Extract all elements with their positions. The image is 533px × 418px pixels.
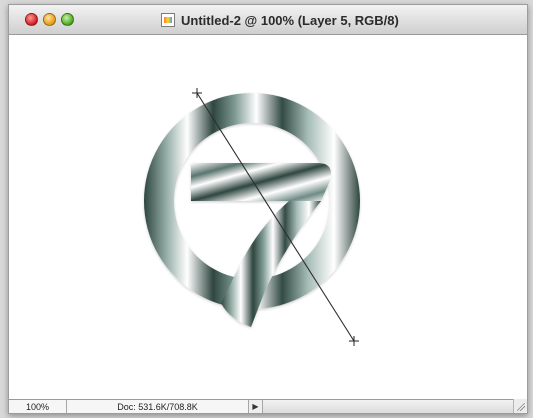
resize-handle[interactable]	[513, 399, 527, 413]
window-titlebar[interactable]: Untitled-2 @ 100% (Layer 5, RGB/8)	[9, 5, 527, 35]
status-menu-arrow-icon[interactable]: ▶	[249, 400, 263, 413]
document-canvas[interactable]	[21, 41, 517, 397]
window-title-group: Untitled-2 @ 100% (Layer 5, RGB/8)	[161, 11, 399, 29]
zoom-icon[interactable]	[61, 13, 74, 26]
document-icon	[161, 13, 175, 27]
status-bar: 100% Doc: 531.6K/708.8K ▶	[9, 399, 527, 413]
photoshop-document-window: Untitled-2 @ 100% (Layer 5, RGB/8) 100% …	[8, 4, 528, 414]
zoom-level[interactable]: 100%	[9, 400, 67, 413]
minimize-icon[interactable]	[43, 13, 56, 26]
horizontal-scroll-area[interactable]	[263, 400, 527, 413]
close-icon[interactable]	[25, 13, 38, 26]
seven-top-bar	[191, 163, 332, 201]
end-handle-icon[interactable]	[349, 336, 359, 346]
window-title: Untitled-2 @ 100% (Layer 5, RGB/8)	[181, 12, 399, 28]
document-size-readout[interactable]: Doc: 531.6K/708.8K	[67, 400, 249, 413]
gradient-circle-seven-artwork[interactable]	[21, 41, 517, 397]
start-handle-icon[interactable]	[192, 88, 202, 98]
